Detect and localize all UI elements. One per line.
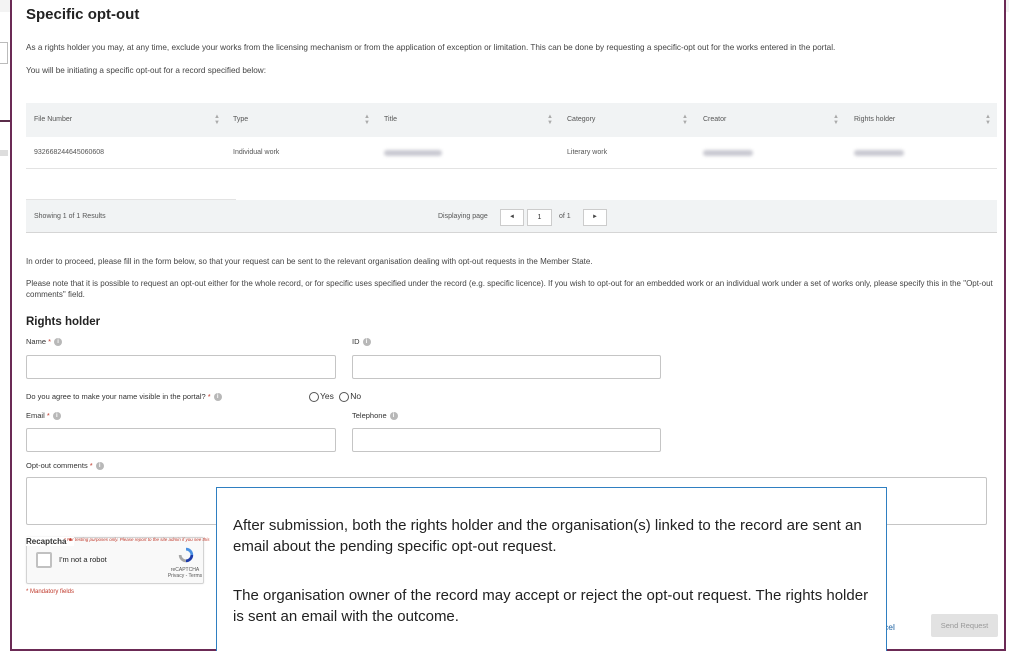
mandatory-fields-note: * Mandatory fields bbox=[26, 589, 75, 595]
prev-page-button[interactable]: ◄ bbox=[500, 209, 524, 226]
sort-icon[interactable]: ▲ ▼ bbox=[547, 114, 553, 126]
info-icon[interactable]: i bbox=[52, 412, 61, 421]
info-icon[interactable]: i bbox=[95, 462, 104, 471]
initiating-text: You will be initiating a specific opt-ou… bbox=[26, 66, 266, 75]
recaptcha-checkbox[interactable] bbox=[36, 552, 52, 568]
background-input bbox=[0, 42, 8, 64]
recaptcha-brand: reCAPTCHA Privacy - Terms bbox=[167, 567, 203, 579]
table-row: 932668244645060608 Individual work Liter… bbox=[26, 137, 997, 169]
table-header: File Number ▲ ▼ Type ▲ ▼ Title ▲ ▼ Category… bbox=[26, 103, 997, 137]
table-empty-row bbox=[26, 169, 236, 200]
recaptcha-note: * For testing purposes only. Please repo… bbox=[64, 537, 210, 542]
note-text: Please note that it is possible to reque… bbox=[26, 279, 993, 299]
id-input[interactable] bbox=[352, 355, 661, 379]
rights-holder-title: Rights holder bbox=[26, 316, 101, 328]
intro-text: As a rights holder you may, at any time,… bbox=[26, 43, 836, 52]
recaptcha-checkbox-label: I'm not a robot bbox=[59, 555, 107, 564]
results-count: Showing 1 of 1 Results bbox=[34, 213, 106, 220]
id-label: ID i bbox=[352, 337, 371, 347]
no-radio[interactable] bbox=[339, 391, 350, 402]
cell-title-redacted bbox=[384, 150, 442, 156]
next-page-button[interactable]: ► bbox=[583, 209, 607, 226]
sort-icon[interactable]: ▲ ▼ bbox=[833, 114, 839, 126]
yes-label: Yes bbox=[320, 391, 334, 401]
header-category[interactable]: Category bbox=[567, 103, 595, 137]
cell-type: Individual work bbox=[233, 149, 280, 156]
annotation-callout: After submission, both the rights holder… bbox=[216, 487, 887, 651]
header-file-number[interactable]: File Number bbox=[34, 103, 72, 137]
background-element bbox=[0, 150, 8, 156]
name-input[interactable] bbox=[26, 355, 336, 379]
background-divider bbox=[0, 120, 10, 122]
sort-icon[interactable]: ▲ ▼ bbox=[364, 114, 370, 126]
info-icon[interactable]: i bbox=[389, 412, 398, 421]
displaying-page-label: Displaying page bbox=[438, 213, 488, 220]
modal-title: Specific opt-out bbox=[26, 6, 140, 23]
email-input[interactable] bbox=[26, 428, 336, 452]
cell-file-number: 932668244645060608 bbox=[34, 149, 105, 156]
header-title[interactable]: Title bbox=[384, 103, 397, 137]
page-total: of 1 bbox=[559, 213, 571, 220]
sort-icon[interactable]: ▲ ▼ bbox=[214, 114, 220, 126]
name-visible-label: Do you agree to make your name visible i… bbox=[26, 392, 222, 402]
yes-radio[interactable] bbox=[309, 391, 319, 402]
send-request-button[interactable]: Send Request bbox=[931, 614, 998, 637]
page-number-input[interactable]: 1 bbox=[527, 209, 552, 226]
sort-icon[interactable]: ▲ ▼ bbox=[682, 114, 688, 126]
email-label: Email * i bbox=[26, 411, 61, 421]
callout-paragraph-1: After submission, both the rights holder… bbox=[233, 517, 862, 555]
telephone-input[interactable] bbox=[352, 428, 661, 452]
name-visible-radio-group: Yes No bbox=[309, 391, 361, 402]
name-label: Name * i bbox=[26, 337, 63, 347]
no-label: No bbox=[350, 391, 362, 401]
header-type[interactable]: Type bbox=[233, 103, 248, 137]
header-creator[interactable]: Creator bbox=[703, 103, 726, 137]
info-icon[interactable]: i bbox=[54, 338, 63, 347]
recaptcha-logo-icon bbox=[178, 547, 194, 563]
sort-icon[interactable]: ▲ ▼ bbox=[985, 114, 991, 126]
info-icon[interactable]: i bbox=[213, 393, 222, 402]
table-footer: Showing 1 of 1 Results Displaying page ◄… bbox=[26, 200, 997, 233]
cell-rights-holder-redacted bbox=[854, 150, 904, 156]
cell-category: Literary work bbox=[567, 149, 608, 156]
cell-creator-redacted bbox=[703, 150, 753, 156]
comments-label: Opt-out comments * i bbox=[26, 461, 104, 471]
info-icon[interactable]: i bbox=[362, 338, 371, 347]
header-rights-holder[interactable]: Rights holder bbox=[854, 103, 895, 137]
proceed-text: In order to proceed, please fill in the … bbox=[26, 257, 593, 266]
callout-paragraph-2: The organisation owner of the record may… bbox=[233, 587, 869, 625]
telephone-label: Telephone i bbox=[352, 411, 398, 421]
